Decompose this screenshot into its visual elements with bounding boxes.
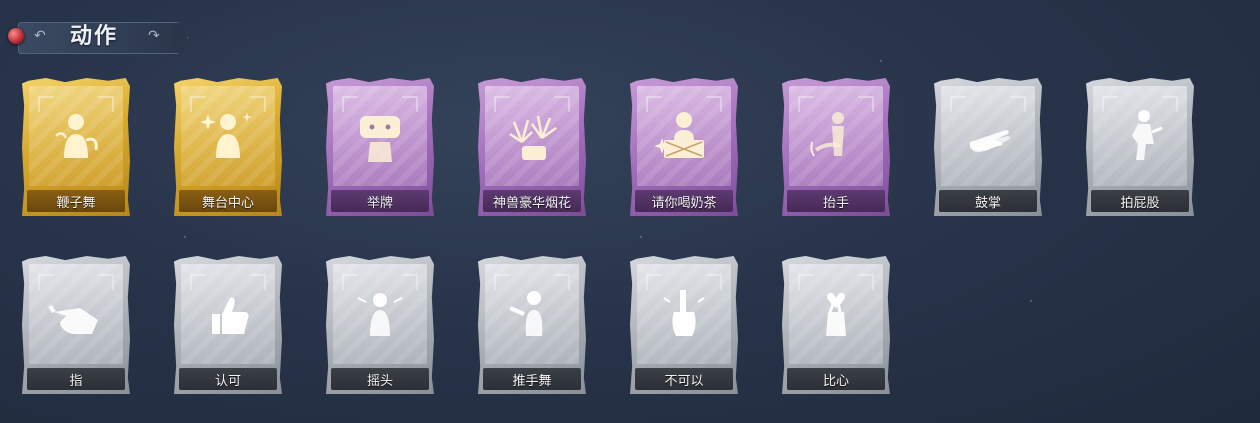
card-label: 请你喝奶茶 (635, 190, 733, 212)
card-label: 举牌 (331, 190, 429, 212)
emote-card[interactable]: 比心 (782, 256, 890, 394)
background-speck (1030, 300, 1032, 302)
emote-card[interactable]: 鼓掌 (934, 78, 1042, 216)
card-art (29, 86, 123, 186)
card-label: 认可 (179, 368, 277, 390)
card-label: 不可以 (635, 368, 733, 390)
card-label: 神兽豪华烟花 (483, 190, 581, 212)
emote-card[interactable]: 神兽豪华烟花 (478, 78, 586, 216)
pat-icon (1110, 106, 1170, 166)
shake-head-icon (350, 284, 410, 344)
card-label: 指 (27, 368, 125, 390)
emote-card[interactable]: 举牌 (326, 78, 434, 216)
clap-icon (958, 106, 1018, 166)
whip-dance-icon (46, 106, 106, 166)
point-icon (46, 284, 106, 344)
thumbs-up-icon (198, 284, 258, 344)
card-art (637, 86, 731, 186)
emote-card[interactable]: 推手舞 (478, 256, 586, 394)
pin-icon (8, 28, 24, 44)
card-art (333, 264, 427, 364)
emote-card[interactable]: 舞台中心 (174, 78, 282, 216)
card-art (941, 86, 1035, 186)
background-speck (880, 60, 882, 62)
card-art (637, 264, 731, 364)
page-title: 动作 (70, 24, 119, 49)
emote-card[interactable]: 认可 (174, 256, 282, 394)
emote-card[interactable]: 摇头 (326, 256, 434, 394)
emote-card[interactable]: 抬手 (782, 78, 890, 216)
forward-arrow-icon[interactable]: ↷ (148, 28, 160, 44)
card-label: 摇头 (331, 368, 429, 390)
card-label: 鞭子舞 (27, 190, 125, 212)
emote-card[interactable]: 拍屁股 (1086, 78, 1194, 216)
back-arrow-icon[interactable]: ↶ (34, 28, 46, 44)
card-art (181, 86, 275, 186)
card-art (333, 86, 427, 186)
card-art (789, 86, 883, 186)
center-stage-icon (198, 106, 258, 166)
milk-tea-icon (654, 106, 714, 166)
emote-card[interactable]: 指 (22, 256, 130, 394)
finger-wag-icon (654, 284, 714, 344)
hold-sign-icon (350, 106, 410, 166)
push-dance-icon (502, 284, 562, 344)
card-label: 抬手 (787, 190, 885, 212)
card-label: 推手舞 (483, 368, 581, 390)
background-speck (184, 236, 186, 238)
emote-card[interactable]: 不可以 (630, 256, 738, 394)
card-art (485, 264, 579, 364)
card-label: 比心 (787, 368, 885, 390)
card-art (29, 264, 123, 364)
card-label: 拍屁股 (1091, 190, 1189, 212)
card-art (181, 264, 275, 364)
raise-hand-icon (806, 106, 866, 166)
card-label: 鼓掌 (939, 190, 1037, 212)
card-art (789, 264, 883, 364)
emote-card[interactable]: 鞭子舞 (22, 78, 130, 216)
section-header: ↶ 动作 ↷ (8, 18, 188, 56)
card-art (485, 86, 579, 186)
background-speck (640, 236, 642, 238)
card-art (1093, 86, 1187, 186)
fireworks-icon (502, 106, 562, 166)
card-label: 舞台中心 (179, 190, 277, 212)
emote-card[interactable]: 请你喝奶茶 (630, 78, 738, 216)
heart-hand-icon (806, 284, 866, 344)
